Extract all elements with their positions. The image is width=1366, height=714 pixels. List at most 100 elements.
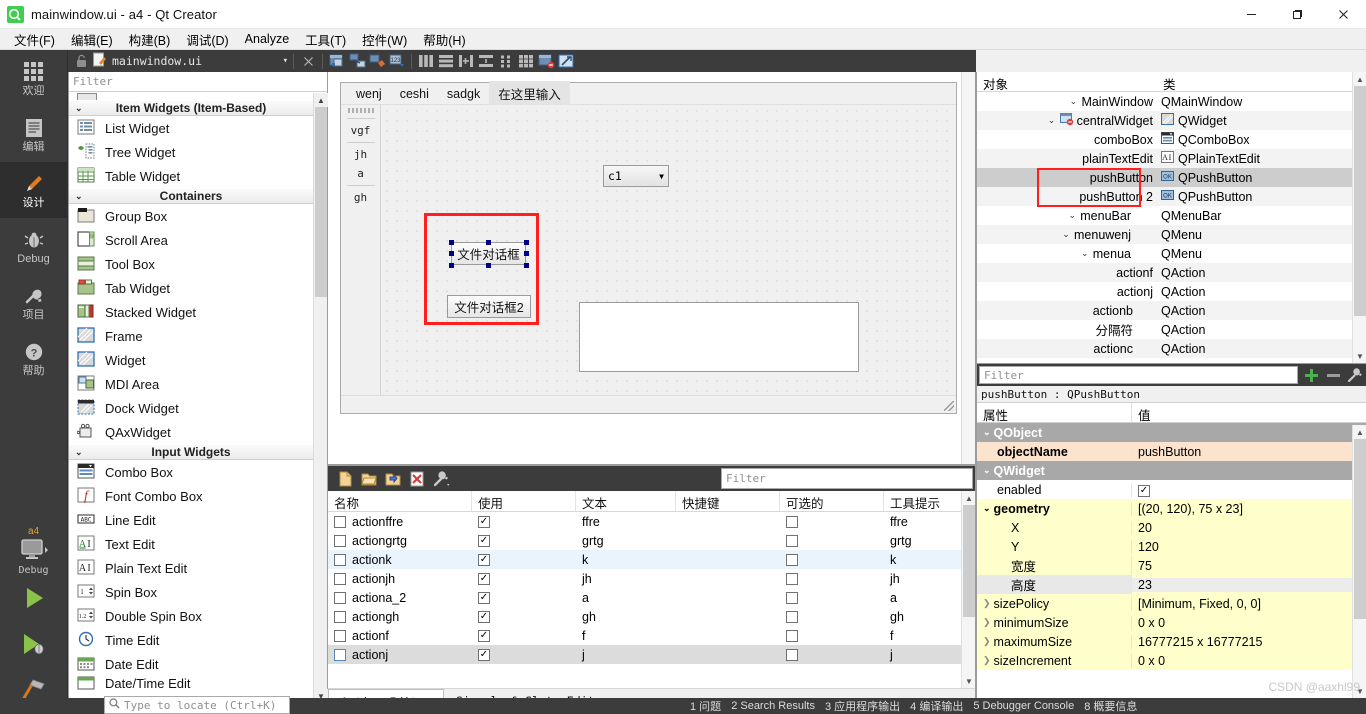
widget-item-frame[interactable]: Frame xyxy=(69,324,313,348)
property-row-sizepolicy[interactable]: ❯ sizePolicy [Minimum, Fixed, 0, 0] xyxy=(977,594,1366,613)
row-select-checkbox[interactable] xyxy=(334,515,346,528)
form-plain-text-edit[interactable] xyxy=(579,302,859,372)
menu-window[interactable]: 控件(W) xyxy=(354,28,415,51)
form-menu-placeholder[interactable]: 在这里输入 xyxy=(489,81,570,106)
menu-help[interactable]: 帮助(H) xyxy=(415,28,473,51)
scrollbar-thumb[interactable] xyxy=(1354,439,1366,619)
property-value[interactable]: 0 x 0 xyxy=(1132,654,1366,668)
scroll-up-arrow-icon[interactable]: ▲ xyxy=(1353,425,1366,439)
layout-grid-icon[interactable] xyxy=(517,52,535,70)
canvas-scrollbar[interactable] xyxy=(961,72,975,464)
tree-row-actionf[interactable]: actionf QAction xyxy=(977,263,1366,282)
form-tool-bar[interactable]: vgf jh a gh xyxy=(341,105,381,395)
form-toolbar-action-gh[interactable]: gh xyxy=(354,188,367,207)
form-toolbar-action-a[interactable]: a xyxy=(357,164,364,183)
property-group-qwidget[interactable]: ⌄ QWidget xyxy=(977,461,1366,480)
widget-item-date-edit[interactable]: Date Edit xyxy=(69,652,313,676)
tree-row-pushbutton2[interactable]: pushButton 2 OK QPushButton xyxy=(977,187,1366,206)
property-group-qobject[interactable]: ⌄ QObject xyxy=(977,423,1366,442)
column-header-checkable[interactable]: 可选的 xyxy=(780,491,884,511)
table-row[interactable]: actionj ✓ j j xyxy=(328,645,975,664)
chevron-down-icon[interactable]: ⌄ xyxy=(983,465,991,476)
tree-row-actionj[interactable]: actionj QAction xyxy=(977,282,1366,301)
widget-item-tool-box[interactable]: Tool Box xyxy=(69,252,313,276)
column-header-object[interactable]: 对象 xyxy=(977,72,1157,92)
debug-run-button[interactable] xyxy=(0,622,68,668)
column-header-value[interactable]: 值 xyxy=(1132,403,1366,423)
checkable-checkbox[interactable] xyxy=(786,553,798,566)
checkable-checkbox[interactable] xyxy=(786,610,798,623)
tree-row-pushbutton[interactable]: pushButton OK QPushButton xyxy=(977,168,1366,187)
edit-tab-order-icon[interactable]: 123 xyxy=(388,52,406,70)
close-button[interactable] xyxy=(1320,0,1366,29)
chevron-right-icon[interactable]: ❯ xyxy=(983,617,991,628)
status-item-overview[interactable]: 8 概要信息 xyxy=(1084,698,1137,714)
property-value[interactable]: pushButton xyxy=(1132,445,1366,459)
tree-row-centralwidget[interactable]: ⌄ centralWidget QWidget xyxy=(977,111,1366,130)
checkable-checkbox[interactable] xyxy=(786,591,798,604)
status-item-app-output[interactable]: 3 应用程序输出 xyxy=(825,698,900,714)
layout-horizontal-icon[interactable] xyxy=(417,52,435,70)
row-select-checkbox[interactable] xyxy=(334,572,346,585)
form-toolbar-action-jh[interactable]: jh xyxy=(354,145,367,164)
tree-row-menua[interactable]: ⌄ menua QMenu xyxy=(977,244,1366,263)
row-select-checkbox[interactable] xyxy=(334,610,346,623)
configure-icon[interactable] xyxy=(432,470,450,488)
row-select-checkbox[interactable] xyxy=(334,534,346,547)
chevron-right-icon[interactable]: ❯ xyxy=(983,636,991,647)
scrollbar-thumb[interactable] xyxy=(963,505,975,617)
used-checkbox[interactable]: ✓ xyxy=(478,648,490,661)
menu-tools[interactable]: 工具(T) xyxy=(297,28,354,51)
checkable-checkbox[interactable] xyxy=(786,534,798,547)
property-row-objectname[interactable]: objectName pushButton xyxy=(977,442,1366,461)
run-button[interactable] xyxy=(0,576,68,622)
widget-item-widget[interactable]: Widget xyxy=(69,348,313,372)
designed-main-window[interactable]: wenj ceshi sadgk 在这里输入 vgf jh a gh c1 ▼ … xyxy=(340,81,957,414)
tree-row-mainwindow[interactable]: ⌄ MainWindow QMainWindow xyxy=(977,92,1366,111)
layout-splitter-v-icon[interactable] xyxy=(477,52,495,70)
tree-row-plaintextedit[interactable]: plainTextEdit AI QPlainTextEdit xyxy=(977,149,1366,168)
widget-item-time-edit[interactable]: Time Edit xyxy=(69,628,313,652)
scroll-up-arrow-icon[interactable]: ▲ xyxy=(962,491,976,505)
property-row-y[interactable]: Y 120 xyxy=(977,537,1366,556)
chevron-down-icon[interactable]: ⌄ xyxy=(983,427,991,438)
tree-row-separator[interactable]: 分隔符 QAction xyxy=(977,320,1366,339)
property-row-maximumsize[interactable]: ❯ maximumSize 16777215 x 16777215 xyxy=(977,632,1366,651)
sidebar-item-edit[interactable]: 编辑 xyxy=(0,106,68,162)
row-select-checkbox[interactable] xyxy=(334,648,346,661)
sidebar-item-help[interactable]: ? 帮助 xyxy=(0,330,68,386)
column-header-property[interactable]: 属性 xyxy=(977,403,1132,423)
widget-item-double-spin-box[interactable]: 1.2 Double Spin Box xyxy=(69,604,313,628)
chevron-down-icon[interactable]: ⌄ xyxy=(1061,229,1071,240)
widget-item-group-box[interactable]: Group Box xyxy=(69,204,313,228)
property-row-minimumsize[interactable]: ❯ minimumSize 0 x 0 xyxy=(977,613,1366,632)
property-value[interactable]: 75 xyxy=(1132,559,1366,573)
widget-item-spin-box[interactable]: 1 Spin Box xyxy=(69,580,313,604)
widget-box-category-item-widgets[interactable]: ⌄ Item Widgets (Item-Based) xyxy=(69,100,313,116)
menu-build[interactable]: 构建(B) xyxy=(121,28,179,51)
menu-analyze[interactable]: Analyze xyxy=(237,30,297,48)
table-row[interactable]: actiongrtg ✓ grtg grtg xyxy=(328,531,975,550)
used-checkbox[interactable]: ✓ xyxy=(478,572,490,585)
scrollbar-thumb[interactable] xyxy=(315,107,327,297)
maximize-button[interactable] xyxy=(1274,0,1320,29)
widget-item-table-widget[interactable]: Table Widget xyxy=(69,164,313,188)
widget-item-qax-widget[interactable]: QAxWidget xyxy=(69,420,313,444)
sidebar-item-design[interactable]: 设计 xyxy=(0,162,68,218)
break-layout-icon[interactable] xyxy=(537,52,555,70)
property-row-height[interactable]: 高度 23 xyxy=(977,575,1366,594)
status-item-issues[interactable]: 1 问题 xyxy=(690,698,721,714)
row-select-checkbox[interactable] xyxy=(334,591,346,604)
tree-row-actionb[interactable]: actionb QAction xyxy=(977,301,1366,320)
property-row-width[interactable]: 宽度 75 xyxy=(977,556,1366,575)
widget-item-list-widget[interactable]: List Widget xyxy=(69,116,313,140)
property-value[interactable]: 23 xyxy=(1132,577,1366,592)
add-property-button[interactable] xyxy=(1300,364,1322,386)
form-push-button-2[interactable]: 文件对话框2 xyxy=(447,295,531,318)
widget-item-plain-text-edit[interactable]: AI Plain Text Edit xyxy=(69,556,313,580)
property-value[interactable]: 20 xyxy=(1132,521,1366,535)
form-combo-box[interactable]: c1 ▼ xyxy=(603,165,669,187)
widget-box-scrollbar[interactable]: ▲ ▼ xyxy=(313,93,328,703)
chevron-down-icon[interactable]: ⌄ xyxy=(1068,96,1078,107)
close-editor-icon[interactable] xyxy=(299,52,317,70)
